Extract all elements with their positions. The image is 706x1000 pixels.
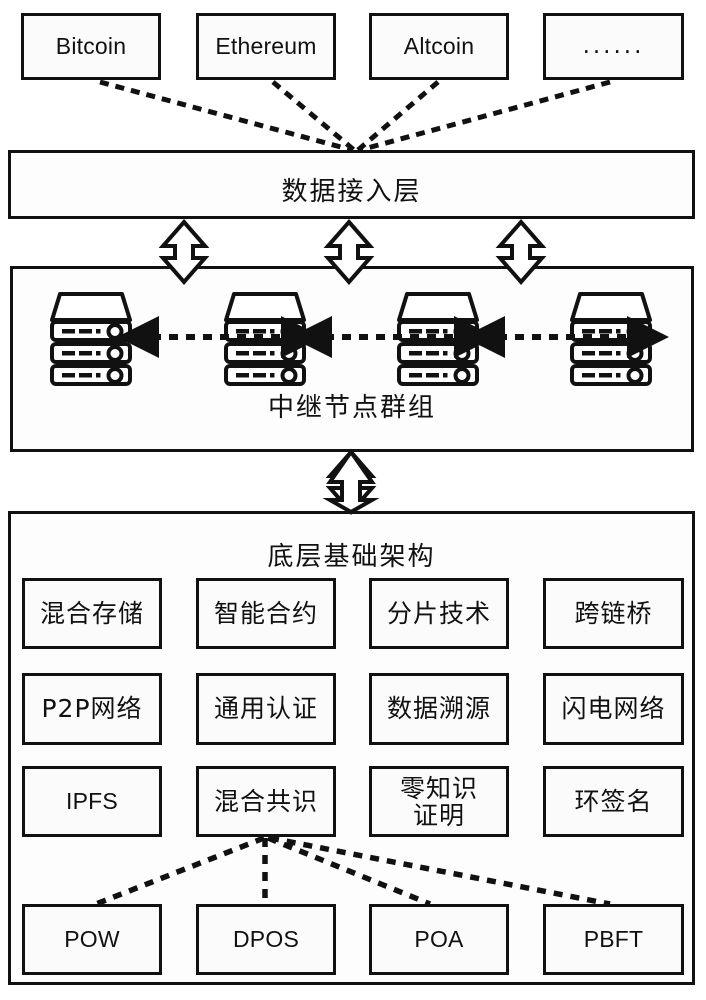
infra-module-data-provenance[interactable]: 数据溯源 xyxy=(369,673,509,745)
infra-module-universal-auth[interactable]: 通用认证 xyxy=(196,673,336,745)
infra-module-sharding[interactable]: 分片技术 xyxy=(369,578,509,649)
infra-module-hybrid-storage[interactable]: 混合存储 xyxy=(22,578,162,649)
infra-module-label: 环签名 xyxy=(574,786,653,816)
diagram-canvas: Bitcoin Ethereum Altcoin ...... 数据接入层 中继… xyxy=(0,0,706,1000)
infra-module-label: 数据溯源 xyxy=(386,694,491,723)
infra-module-p2p-network[interactable]: P2P网络 xyxy=(22,673,162,745)
connector-altcoin-to-access xyxy=(356,80,440,152)
chain-source-box-bitcoin[interactable]: Bitcoin xyxy=(21,13,161,80)
infra-module-label: P2P网络 xyxy=(41,694,143,723)
chain-source-label: Altcoin xyxy=(403,32,475,59)
infra-module-label: 零知识 证明 xyxy=(399,773,478,830)
consensus-algorithm-label: DPOS xyxy=(233,925,299,952)
consensus-algorithm-pbft[interactable]: PBFT xyxy=(543,904,684,975)
ellipsis-icon: ...... xyxy=(582,32,645,59)
relay-node-group-box[interactable]: 中继节点群组 xyxy=(10,266,694,452)
connector-more-to-access xyxy=(359,79,611,153)
infra-module-label: 智能合约 xyxy=(213,598,318,628)
chain-source-box-more[interactable]: ...... xyxy=(543,13,684,80)
infra-module-label: 闪电网络 xyxy=(561,694,666,723)
consensus-algorithm-label: POW xyxy=(64,925,120,952)
infra-module-label: 跨链桥 xyxy=(574,598,653,628)
infra-module-lightning-network[interactable]: 闪电网络 xyxy=(543,673,684,745)
consensus-algorithm-label: PBFT xyxy=(583,925,644,952)
chain-source-box-ethereum[interactable]: Ethereum xyxy=(196,13,336,80)
infra-module-label: 分片技术 xyxy=(386,598,491,628)
consensus-algorithm-pow[interactable]: POW xyxy=(22,904,162,975)
data-access-layer-box[interactable]: 数据接入层 xyxy=(8,150,695,219)
consensus-algorithm-label: POA xyxy=(414,925,464,952)
data-access-layer-label: 数据接入层 xyxy=(281,177,422,207)
chain-source-label: Bitcoin xyxy=(55,32,127,59)
infra-module-label: 混合存储 xyxy=(39,598,144,628)
chain-source-label: Ethereum xyxy=(215,32,317,59)
infra-module-label: 混合共识 xyxy=(213,786,318,816)
infra-module-label: IPFS xyxy=(66,787,118,814)
infra-module-smart-contract[interactable]: 智能合约 xyxy=(196,578,336,649)
connector-ethereum-to-access xyxy=(271,80,356,152)
double-headed-arrow-icon xyxy=(328,450,374,514)
infra-module-ring-signature[interactable]: 环签名 xyxy=(543,766,684,837)
chain-to-access-connectors xyxy=(99,79,611,153)
infrastructure-layer-label: 底层基础架构 xyxy=(267,542,436,572)
chain-source-box-altcoin[interactable]: Altcoin xyxy=(369,13,509,80)
consensus-algorithm-poa[interactable]: POA xyxy=(369,904,509,975)
consensus-algorithm-dpos[interactable]: DPOS xyxy=(196,904,336,975)
connector-bitcoin-to-access xyxy=(99,79,353,153)
infra-module-hybrid-consensus[interactable]: 混合共识 xyxy=(196,766,336,837)
double-headed-arrow-icon xyxy=(322,448,380,515)
infra-module-label: 通用认证 xyxy=(213,694,318,723)
infra-module-cross-chain-bridge[interactable]: 跨链桥 xyxy=(543,578,684,649)
relay-node-group-label: 中继节点群组 xyxy=(267,393,436,423)
infra-module-ipfs[interactable]: IPFS xyxy=(22,766,162,837)
infra-module-zero-knowledge-proof[interactable]: 零知识 证明 xyxy=(369,766,509,837)
